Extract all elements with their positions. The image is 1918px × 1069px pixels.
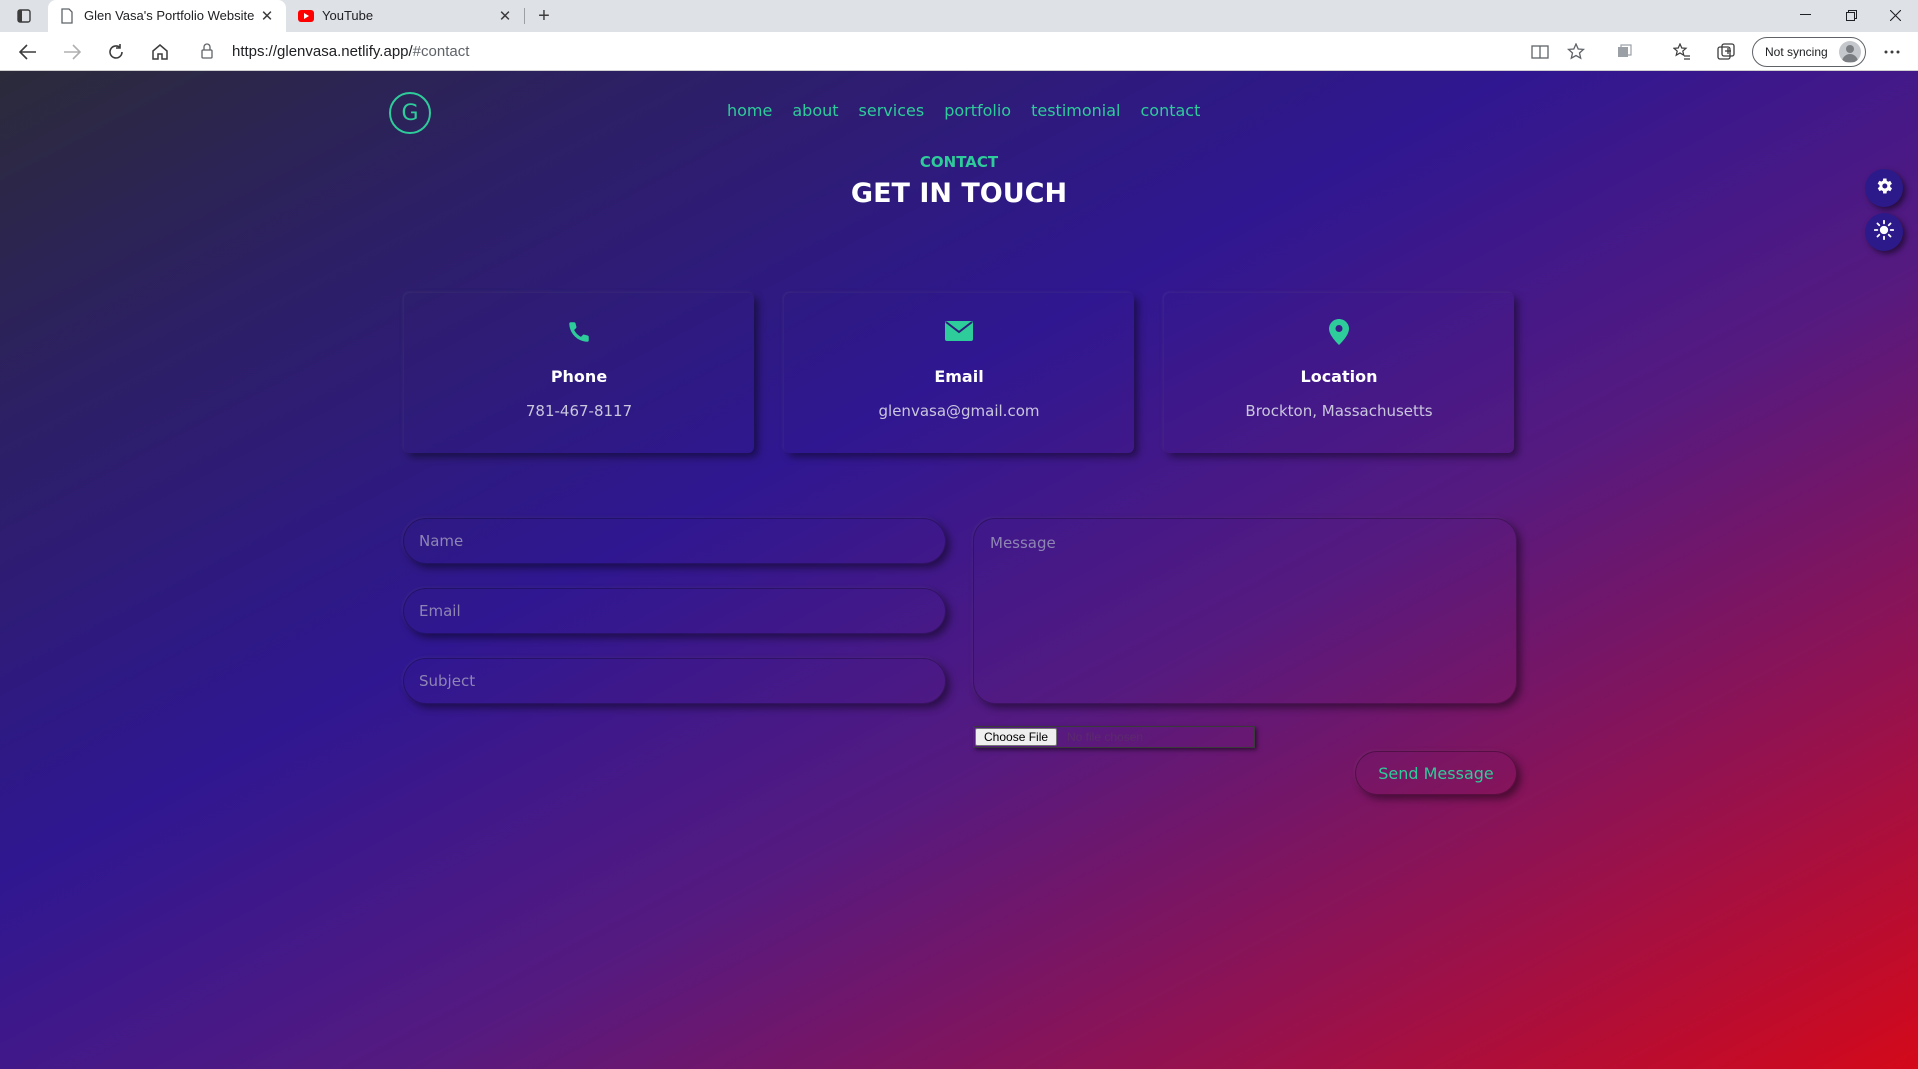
email-input[interactable]: Email [403,588,946,634]
settings-more-icon[interactable] [1878,38,1906,66]
nav-contact[interactable]: contact [1140,101,1200,120]
profile-sync-button[interactable]: Not syncing [1752,37,1866,67]
contact-card-location: Location Brockton, Massachusetts [1164,293,1514,453]
close-window-button[interactable] [1872,0,1918,30]
name-placeholder: Name [419,532,464,550]
restore-button[interactable] [1828,0,1874,30]
home-icon[interactable] [146,38,174,66]
browser-tab-bar: Glen Vasa's Portfolio Website ✕ YouTube … [0,0,1918,32]
map-pin-icon [1164,319,1514,345]
minimize-button[interactable] [1782,0,1828,30]
tab-divider [524,8,525,24]
subject-placeholder: Subject [419,672,476,690]
file-status: No file chosen [1067,730,1144,744]
nav-about[interactable]: about [792,101,838,120]
site-logo[interactable]: G [389,92,431,134]
section-title: GET IN TOUCH [850,178,1068,209]
contact-card-email: Email glenvasa@gmail.com [784,293,1134,453]
tab-title: YouTube [322,8,374,23]
extensions-icon[interactable] [1610,38,1638,66]
refresh-icon[interactable] [102,38,130,66]
phone-icon [404,319,754,345]
settings-toggle-button[interactable] [1865,169,1903,207]
contact-card-phone: Phone 781-467-8117 [404,293,754,453]
sun-icon [1873,219,1895,244]
gear-icon [1874,176,1894,200]
youtube-icon [298,8,314,24]
name-input[interactable]: Name [403,518,946,564]
tab-portfolio[interactable]: Glen Vasa's Portfolio Website ✕ [48,0,286,32]
email-placeholder: Email [419,602,461,620]
page-viewport: G home about services portfolio testimon… [0,71,1918,1069]
file-input[interactable]: Choose File No file chosen [973,726,1255,748]
favorites-icon[interactable] [1668,38,1696,66]
url-fragment: #contact [412,43,470,60]
nav-portfolio[interactable]: portfolio [944,101,1011,120]
tab-youtube[interactable]: YouTube ✕ [286,0,524,32]
message-placeholder: Message [990,534,1056,552]
url-host: https://glenvasa.netlify.app/ [232,43,413,60]
nav-services[interactable]: services [859,101,925,120]
lock-icon[interactable] [200,43,214,64]
collections-icon[interactable] [1712,38,1740,66]
send-message-button[interactable]: Send Message [1355,751,1517,795]
address-bar[interactable]: https://glenvasa.netlify.app/#contact [188,36,1588,66]
browser-toolbar: https://glenvasa.netlify.app/#contact No… [0,32,1918,71]
tab-title: Glen Vasa's Portfolio Website [84,8,254,23]
card-label: Location [1300,367,1378,386]
avatar [1839,41,1861,63]
email-value: glenvasa@gmail.com [878,402,1040,420]
section-kicker: CONTACT [919,153,999,171]
close-icon[interactable]: ✕ [496,7,514,25]
main-nav: home about services portfolio testimonia… [727,101,1200,120]
logo-letter: G [401,100,419,126]
theme-toggle-button[interactable] [1865,213,1903,251]
page-icon [60,8,76,24]
tab-actions-icon[interactable] [10,6,38,26]
choose-file-button[interactable]: Choose File [975,728,1058,746]
location-value: Brockton, Massachusetts [1245,402,1433,420]
nav-home[interactable]: home [727,101,772,120]
card-label: Phone [550,367,608,386]
add-favorite-icon[interactable] [1562,38,1590,66]
card-label: Email [934,367,984,386]
close-icon[interactable]: ✕ [258,7,276,25]
subject-input[interactable]: Subject [403,658,946,704]
phone-value: 781-467-8117 [525,402,633,420]
url-text: https://glenvasa.netlify.app/#contact [232,43,469,60]
new-tab-button[interactable]: + [532,4,556,28]
reader-view-icon[interactable] [1526,38,1554,66]
sync-label: Not syncing [1765,45,1828,59]
nav-testimonial[interactable]: testimonial [1031,101,1120,120]
envelope-icon [784,319,1134,341]
forward-icon[interactable] [58,38,86,66]
message-textarea[interactable]: Message [973,518,1517,704]
back-icon[interactable] [14,38,42,66]
